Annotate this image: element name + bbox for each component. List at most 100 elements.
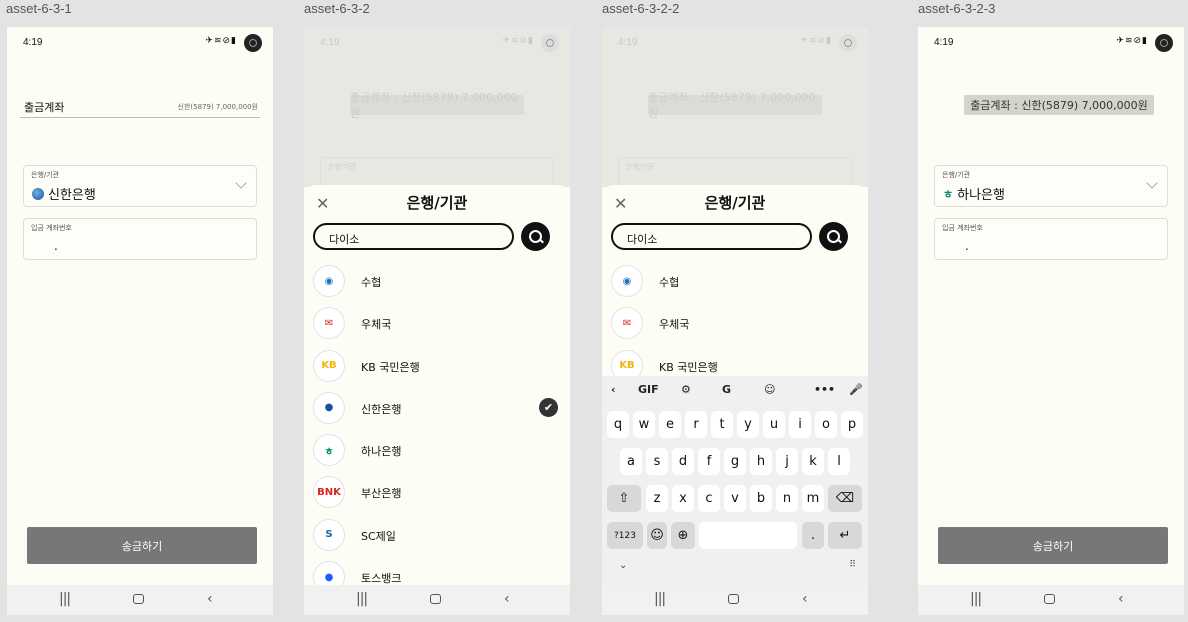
bank-search-input[interactable]: 다이소 xyxy=(313,223,514,250)
key-b[interactable]: b xyxy=(750,485,772,512)
key-l[interactable]: l xyxy=(828,448,850,475)
keyboard-grid-icon[interactable]: ⠿ xyxy=(849,560,856,570)
back-icon[interactable]: ‹ xyxy=(1118,591,1124,607)
home-icon[interactable] xyxy=(430,594,441,604)
hana-icon: ㅎ xyxy=(313,434,345,467)
bank-list-item[interactable]: ◉ 수협 xyxy=(304,259,570,301)
bank-name: 우체국 xyxy=(361,318,392,332)
key-i[interactable]: i xyxy=(789,411,811,438)
phone-screen-2: 4:19 ✈≋⊘▮ 출금계좌 : 신한(5879) 7,000,000원 은행/… xyxy=(304,27,570,615)
bank-name: KB 국민은행 xyxy=(659,360,718,374)
home-icon[interactable] xyxy=(133,594,144,604)
search-icon[interactable] xyxy=(819,222,848,251)
bank-name: 수협 xyxy=(659,276,680,289)
key-r[interactable]: r xyxy=(685,411,707,438)
back-icon[interactable]: ‹ xyxy=(802,591,808,607)
language-key[interactable]: ⊕ xyxy=(671,522,695,549)
home-icon[interactable] xyxy=(1044,594,1055,604)
enter-key[interactable]: ↵ xyxy=(828,522,862,549)
key-f[interactable]: f xyxy=(698,448,720,475)
bank-list-item[interactable]: ✉ 우체국 xyxy=(304,301,570,343)
back-icon[interactable]: ‹ xyxy=(207,591,213,607)
period-key[interactable]: . xyxy=(802,522,824,549)
camera-icon xyxy=(541,34,559,52)
key-q[interactable]: q xyxy=(607,411,629,438)
key-o[interactable]: o xyxy=(815,411,837,438)
space-key[interactable] xyxy=(699,522,797,549)
search-icon[interactable] xyxy=(521,222,550,251)
recent-apps-icon[interactable]: ||| xyxy=(970,591,982,607)
translate-icon[interactable]: G xyxy=(722,383,731,396)
toss-icon: ● xyxy=(313,561,345,585)
key-d[interactable]: d xyxy=(672,448,694,475)
recent-apps-icon[interactable]: ||| xyxy=(654,591,666,607)
key-h[interactable]: h xyxy=(750,448,772,475)
chevron-down-icon xyxy=(235,177,247,189)
key-j[interactable]: j xyxy=(776,448,798,475)
backspace-key[interactable]: ⌫ xyxy=(828,485,862,512)
account-number-field[interactable]: 입금 계좌번호 . xyxy=(23,218,257,260)
gear-icon[interactable]: ⚙ xyxy=(681,383,691,396)
bank-select[interactable]: 은행/기관 신한은행 xyxy=(23,165,257,207)
on-screen-keyboard: ‹ GIF ⚙ G ☺ ••• 🎤 ⌄ ⠿ q w e r t y u i o p a s d f g h j k l ⇧ z x c v… xyxy=(602,376,868,585)
hide-keyboard-icon[interactable]: ⌄ xyxy=(619,560,627,571)
key-y[interactable]: y xyxy=(737,411,759,438)
bank-list-item[interactable]: KB KB 국민은행 xyxy=(304,344,570,386)
bank-name: 부산은행 xyxy=(361,487,402,501)
send-button[interactable]: 송금하기 xyxy=(27,527,257,564)
account-number-field[interactable]: 입금 계좌번호 . xyxy=(934,218,1168,260)
bank-list-item[interactable]: ● 신한은행 ✔ xyxy=(304,386,570,428)
bank-name: KB 국민은행 xyxy=(361,360,420,374)
dimmed-background[interactable]: 4:19 ✈≋⊘▮ 출금계좌 : 신한(5879) 7,000,000원 은행/… xyxy=(602,27,868,187)
bank-list-item[interactable]: ◉ 수협 xyxy=(602,259,868,301)
dimmed-background[interactable]: 4:19 ✈≋⊘▮ 출금계좌 : 신한(5879) 7,000,000원 은행/… xyxy=(304,27,570,187)
bank-select[interactable]: 은행/기관 ㅎ 하나은행 xyxy=(934,165,1168,207)
shinhan-icon: ● xyxy=(313,391,345,424)
sticker-icon[interactable]: ☺ xyxy=(764,383,775,396)
chevron-down-icon xyxy=(1146,177,1158,189)
bank-list-item[interactable]: ㅎ 하나은행 xyxy=(304,428,570,470)
account-number-value: . xyxy=(54,239,58,253)
key-k[interactable]: k xyxy=(802,448,824,475)
numbers-key[interactable]: ?123 xyxy=(607,522,643,549)
withdraw-account-value: 신한(5879) 7,000,000원 xyxy=(177,103,258,111)
key-s[interactable]: s xyxy=(646,448,668,475)
bank-list-item[interactable]: ● 토스뱅크 xyxy=(304,555,570,585)
recent-apps-icon[interactable]: ||| xyxy=(356,591,368,607)
bank-list-item[interactable]: ✉ 우체국 xyxy=(602,301,868,343)
key-v[interactable]: v xyxy=(724,485,746,512)
key-p[interactable]: p xyxy=(841,411,863,438)
key-x[interactable]: x xyxy=(672,485,694,512)
home-icon[interactable] xyxy=(728,594,739,604)
bank-list-item[interactable]: S SC제일 xyxy=(304,513,570,555)
key-c[interactable]: c xyxy=(698,485,720,512)
gif-icon[interactable]: GIF xyxy=(638,383,659,396)
emoji-key[interactable]: ☺ xyxy=(647,522,667,549)
bank-select-ghost: 은행/기관 xyxy=(618,157,852,187)
status-icons: ✈≋⊘▮ xyxy=(800,36,832,46)
key-u[interactable]: u xyxy=(763,411,785,438)
key-a[interactable]: a xyxy=(620,448,642,475)
key-n[interactable]: n xyxy=(776,485,798,512)
key-g[interactable]: g xyxy=(724,448,746,475)
frame-label-2: asset-6-3-2 xyxy=(304,1,370,16)
keyboard-back-icon[interactable]: ‹ xyxy=(611,383,616,396)
camera-icon xyxy=(244,34,262,52)
bank-search-input[interactable]: 다이소 xyxy=(611,223,812,250)
key-m[interactable]: m xyxy=(802,485,824,512)
key-z[interactable]: z xyxy=(646,485,668,512)
key-w[interactable]: w xyxy=(633,411,655,438)
more-icon[interactable]: ••• xyxy=(814,383,835,396)
withdraw-account-chip[interactable]: 출금계좌 : 신한(5879) 7,000,000원 xyxy=(964,95,1154,115)
recent-apps-icon[interactable]: ||| xyxy=(59,591,71,607)
back-icon[interactable]: ‹ xyxy=(504,591,510,607)
microphone-icon[interactable]: 🎤 xyxy=(849,383,863,396)
shift-key[interactable]: ⇧ xyxy=(607,485,641,512)
send-button[interactable]: 송금하기 xyxy=(938,527,1168,564)
system-nav-bar: ||| ‹ xyxy=(602,585,868,615)
frame-label-4: asset-6-3-2-3 xyxy=(918,1,996,16)
withdraw-account-row[interactable]: 출금계좌 신한(5879) 7,000,000원 xyxy=(20,97,260,118)
key-t[interactable]: t xyxy=(711,411,733,438)
key-e[interactable]: e xyxy=(659,411,681,438)
bank-list-item[interactable]: BNK 부산은행 xyxy=(304,470,570,512)
